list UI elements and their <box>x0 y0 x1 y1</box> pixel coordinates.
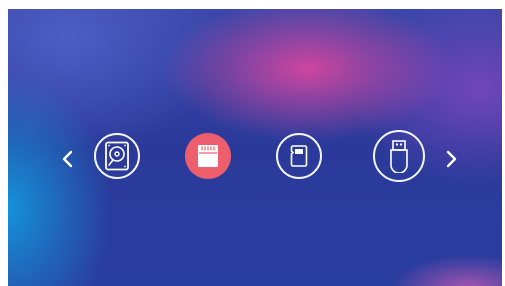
next-button[interactable] <box>441 147 461 171</box>
storage-option-sd-card[interactable] <box>185 133 231 179</box>
storage-selector-screen <box>8 9 502 286</box>
micro-sd-card-icon <box>290 145 308 167</box>
storage-option-usb-drive[interactable] <box>373 130 425 182</box>
hard-disk-icon <box>105 141 129 171</box>
sd-card-icon <box>198 145 218 167</box>
storage-option-hard-disk[interactable] <box>94 133 140 179</box>
usb-drive-icon <box>390 140 408 173</box>
chevron-right-icon <box>446 150 457 168</box>
storage-option-micro-sd-card[interactable] <box>276 133 322 179</box>
previous-button[interactable] <box>58 147 78 171</box>
chevron-left-icon <box>62 150 73 168</box>
